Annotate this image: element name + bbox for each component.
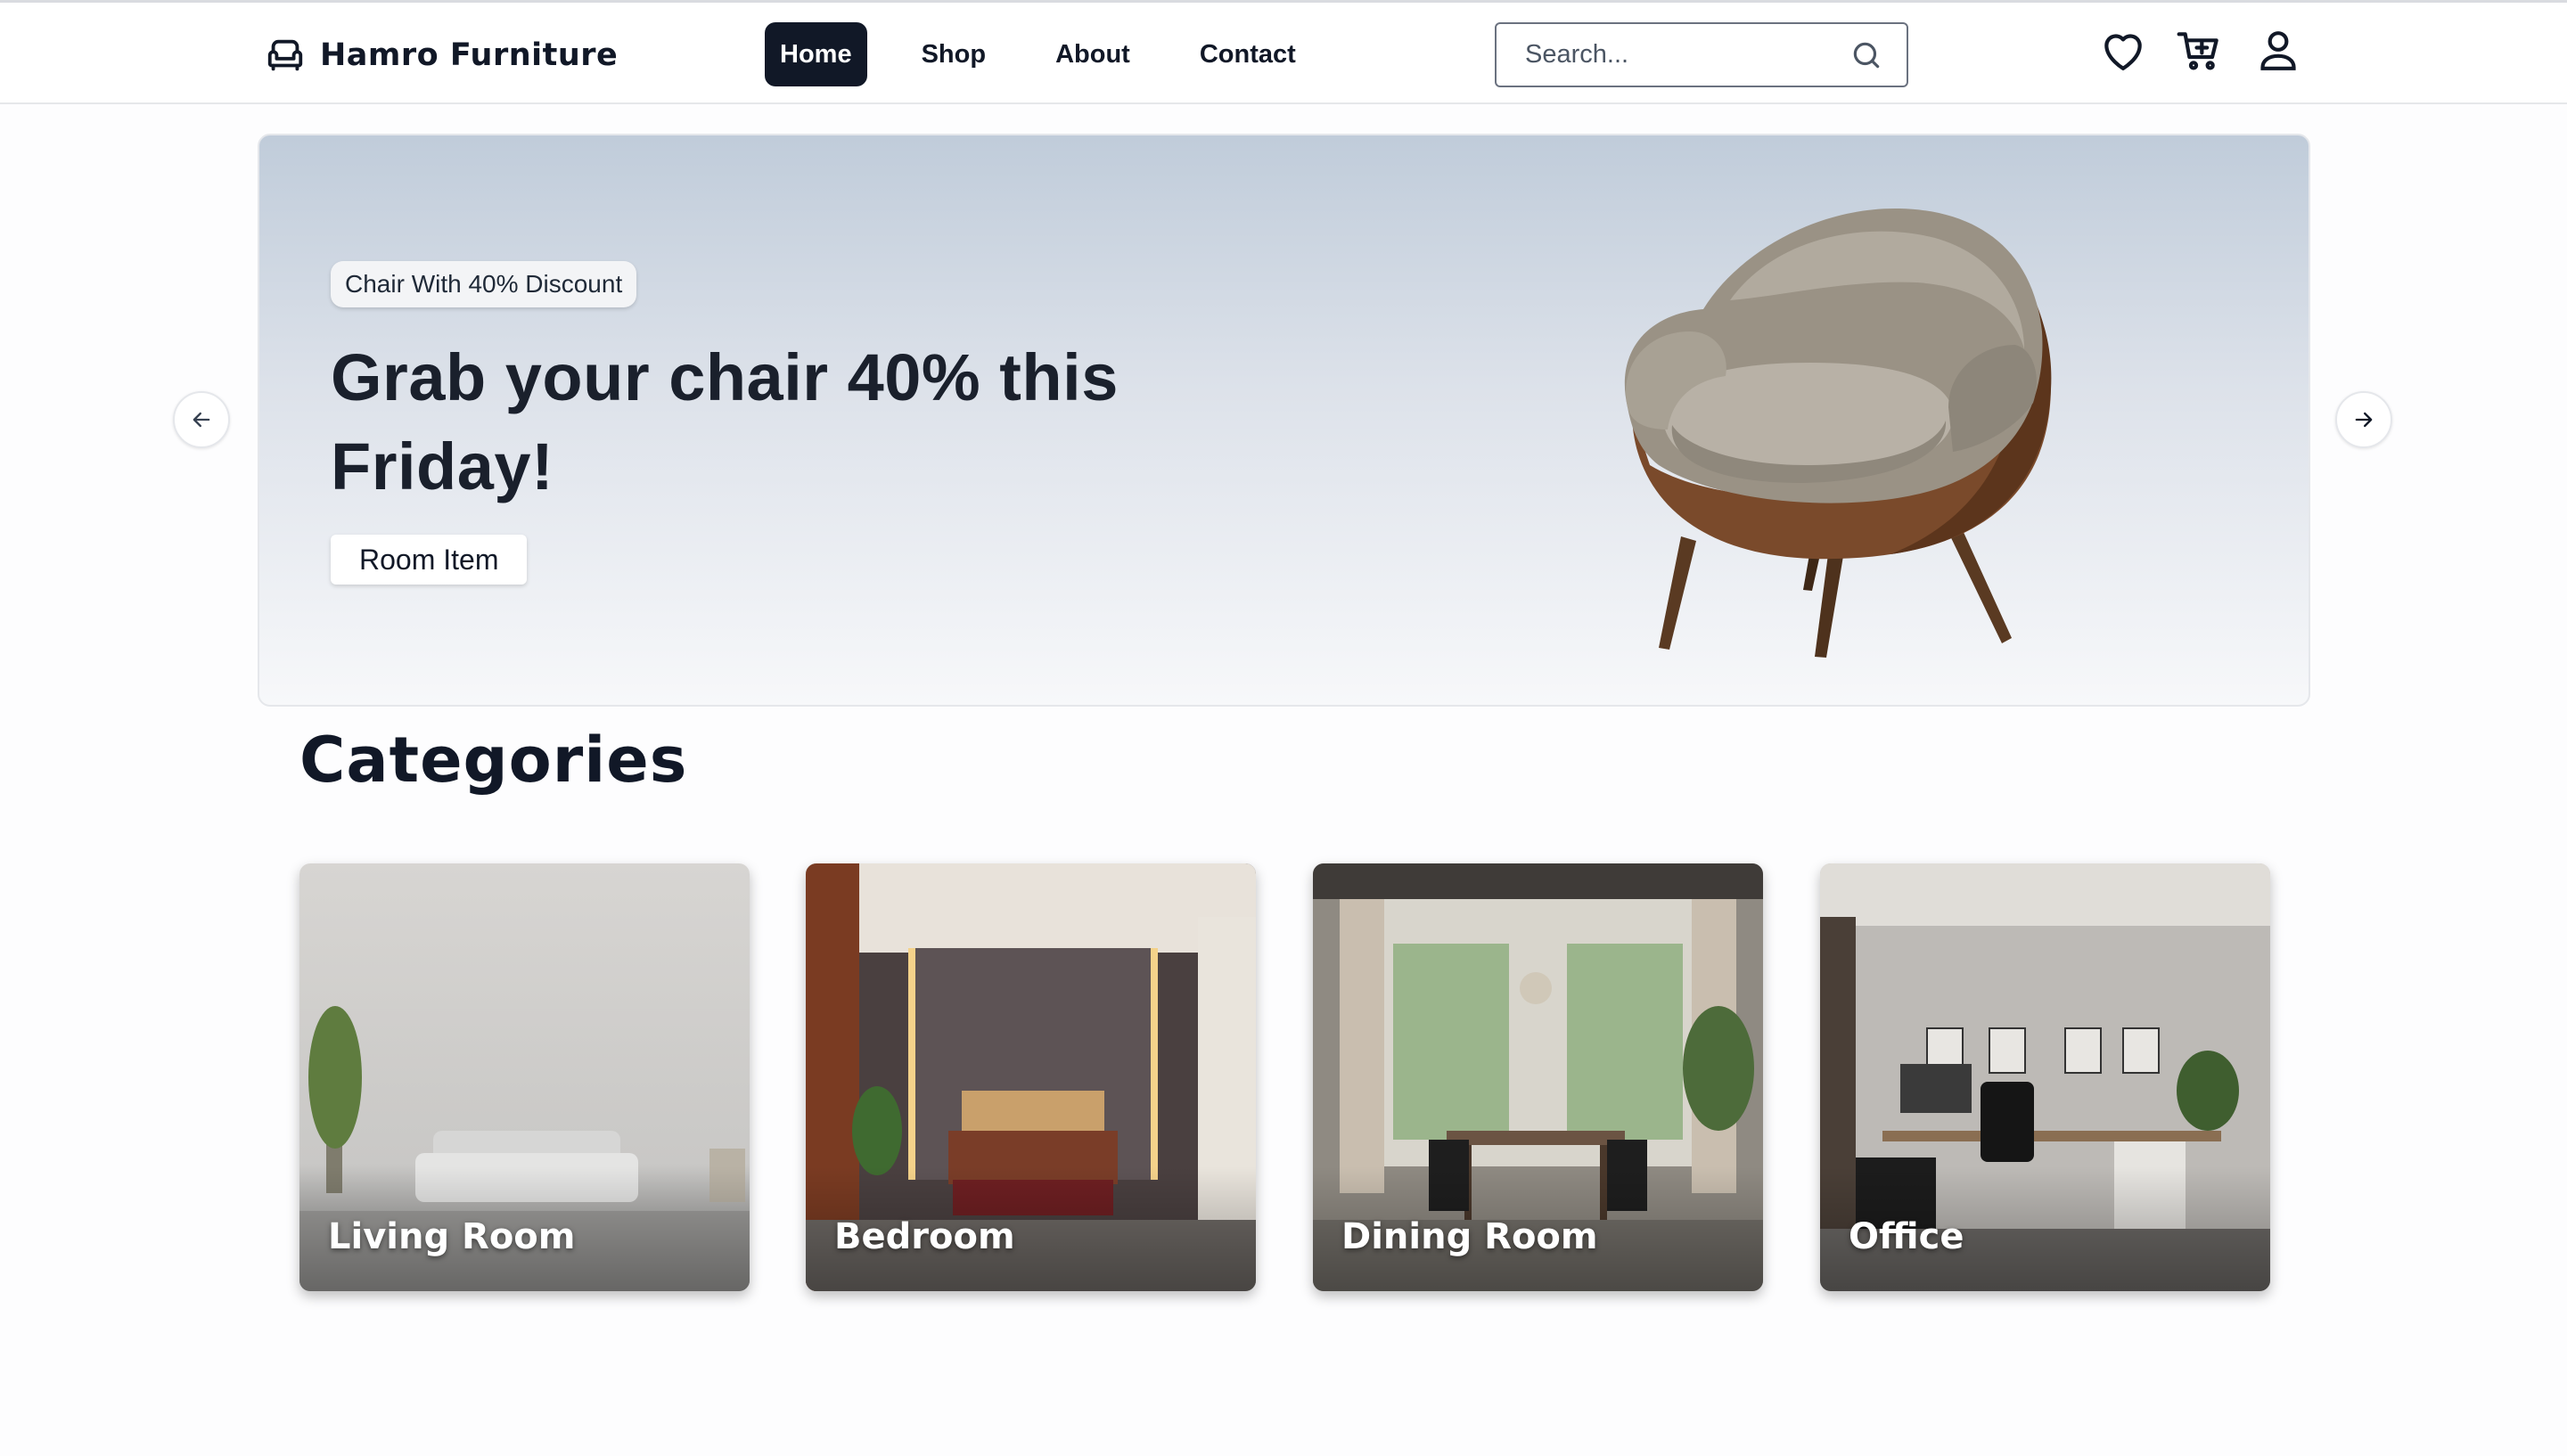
nav-about[interactable]: About [1040, 22, 1145, 86]
nav-contact[interactable]: Contact [1185, 22, 1311, 86]
arrow-left-icon [193, 412, 210, 428]
cart-plus-icon[interactable] [2175, 26, 2225, 76]
hero-title: Grab your chair 40% this Friday! [331, 340, 1119, 503]
room-item-button[interactable]: Room Item [331, 535, 528, 585]
carousel-prev-button[interactable] [173, 391, 230, 448]
site-header: Hamro Furniture Home Shop About Contact [0, 0, 2567, 104]
armchair-image [1624, 208, 2052, 658]
carousel-next-button[interactable] [2335, 391, 2392, 448]
search-box [1495, 22, 1908, 87]
category-label: Office [1849, 1216, 1964, 1257]
categories-title: Categories [299, 724, 688, 797]
category-label: Bedroom [834, 1216, 1015, 1257]
brand-name: Hamro Furniture [320, 37, 619, 73]
category-card-bedroom[interactable]: Bedroom [806, 863, 1256, 1291]
search-icon[interactable] [1849, 38, 1883, 72]
nav-shop[interactable]: Shop [906, 22, 1002, 86]
nav-home[interactable]: Home [765, 22, 867, 86]
heart-icon[interactable] [2098, 26, 2148, 76]
category-label: Dining Room [1341, 1216, 1598, 1257]
brand-logo[interactable]: Hamro Furniture [265, 35, 618, 76]
discount-badge: Chair With 40% Discount [331, 261, 637, 307]
category-card-office[interactable]: Office [1820, 863, 2270, 1291]
hero-banner: Chair With 40% Discount Grab your chair … [258, 134, 2310, 707]
category-card-living-room[interactable]: Living Room [299, 863, 750, 1291]
arrow-right-icon [2355, 412, 2373, 428]
category-card-dining-room[interactable]: Dining Room [1313, 863, 1763, 1291]
main-nav: Home Shop About Contact [765, 22, 1350, 86]
user-icon[interactable] [2253, 26, 2303, 76]
sofa-icon [267, 39, 303, 71]
search-input[interactable] [1497, 24, 1835, 86]
category-label: Living Room [328, 1216, 576, 1257]
